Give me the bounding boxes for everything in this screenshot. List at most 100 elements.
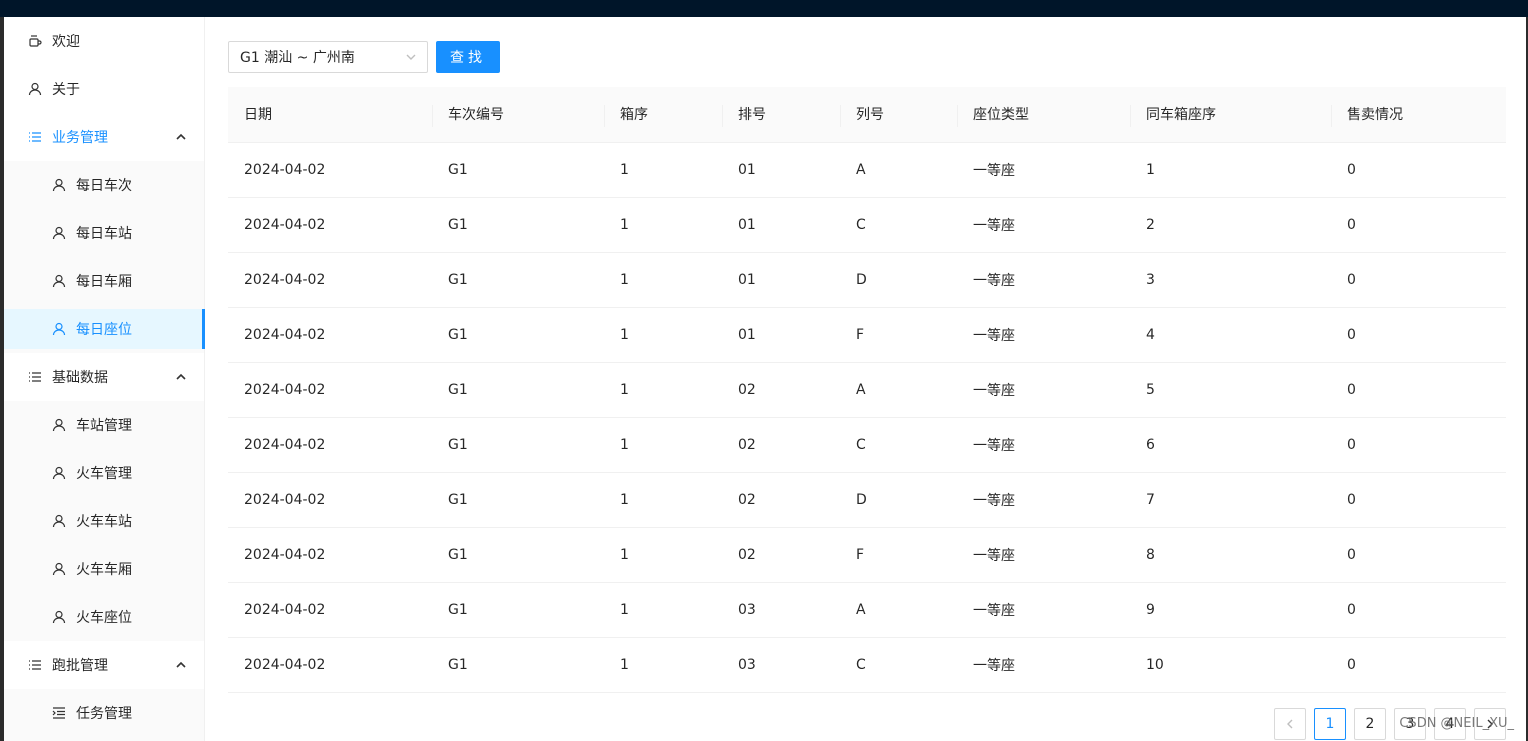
table-cell: 0: [1331, 417, 1506, 473]
coffee-icon: [28, 34, 42, 48]
user-icon: [52, 274, 66, 288]
chevron-up-icon: [176, 373, 186, 380]
table-cell: 0: [1331, 527, 1506, 583]
list-icon: [28, 370, 42, 384]
table-cell: G1: [432, 142, 604, 198]
user-icon: [52, 610, 66, 624]
page-number: 2: [1365, 716, 1375, 732]
table-cell: 1: [604, 527, 722, 583]
column-header: 同车箱座序: [1130, 87, 1331, 143]
table-cell: 2024-04-02: [228, 527, 432, 583]
table-cell: 一等座: [957, 527, 1130, 583]
menu-item-welcome[interactable]: 欢迎: [4, 21, 204, 61]
table-cell: F: [840, 307, 957, 363]
page-button-2[interactable]: 2: [1354, 708, 1386, 740]
menu-label: 关于: [52, 82, 80, 98]
table-cell: 9: [1130, 582, 1331, 638]
sidebar-menu: 欢迎 关于 业务管理 每日车次 每日车站 每日车厢 每日座位 基础数据 车站管理…: [4, 17, 205, 741]
table-row: 2024-04-02 G1 1 01 A 一等座 1 0: [228, 142, 1506, 198]
column-header: 售卖情况: [1331, 87, 1506, 143]
indent-list-icon: [52, 706, 66, 720]
menu-item-train-carriage[interactable]: 火车车厢: [4, 549, 204, 589]
page-button-1[interactable]: 1: [1314, 708, 1346, 740]
table-cell: 1: [604, 307, 722, 363]
table-cell: 一等座: [957, 197, 1130, 253]
submenu-title-batch[interactable]: 跑批管理: [4, 645, 204, 685]
menu-label: 任务管理: [76, 706, 132, 722]
table-row: 2024-04-02 G1 1 03 C 一等座 10 0: [228, 637, 1506, 693]
seat-table: 日期 车次编号 箱序 排号 列号 座位类型 同车箱座序 售卖情况 2024-04-02 G1 1 0…: [228, 87, 1506, 693]
menu-item-train-station[interactable]: 火车车站: [4, 501, 204, 541]
chevron-up-icon: [176, 133, 186, 140]
table-cell: F: [840, 527, 957, 583]
menu-label: 火车管理: [76, 466, 132, 482]
menu-item-daily-seat[interactable]: 每日座位: [4, 309, 205, 349]
menu-item-daily-station[interactable]: 每日车站: [4, 213, 204, 253]
table-row: 2024-04-02 G1 1 02 A 一等座 5 0: [228, 362, 1506, 418]
chevron-up-icon: [176, 661, 186, 668]
table-header-row: 日期 车次编号 箱序 排号 列号 座位类型 同车箱座序 售卖情况: [228, 87, 1506, 143]
table-cell: 8: [1130, 527, 1331, 583]
user-icon: [52, 226, 66, 240]
table-cell: 2024-04-02: [228, 307, 432, 363]
table-cell: 01: [722, 307, 840, 363]
chevron-down-icon: [406, 54, 416, 60]
table-cell: 2024-04-02: [228, 197, 432, 253]
table-cell: 4: [1130, 307, 1331, 363]
table-cell: 01: [722, 142, 840, 198]
menu-item-daily-carriage[interactable]: 每日车厢: [4, 261, 204, 301]
column-header: 座位类型: [957, 87, 1130, 143]
submenu-title-label: 跑批管理: [52, 658, 108, 674]
table-cell: 02: [722, 472, 840, 528]
menu-label: 火车车站: [76, 514, 132, 530]
search-button[interactable]: 查找: [436, 41, 500, 73]
table-cell: 一等座: [957, 307, 1130, 363]
table-cell: 01: [722, 197, 840, 253]
table-cell: G1: [432, 527, 604, 583]
menu-item-station-mgmt[interactable]: 车站管理: [4, 405, 204, 445]
table-cell: 1: [604, 417, 722, 473]
table-cell: G1: [432, 472, 604, 528]
table-cell: 1: [604, 582, 722, 638]
column-header: 排号: [722, 87, 840, 143]
menu-item-train-seat[interactable]: 火车座位: [4, 597, 204, 637]
table-cell: 0: [1331, 637, 1506, 693]
menu-label: 每日车站: [76, 226, 132, 242]
table-cell: 03: [722, 637, 840, 693]
table-cell: 0: [1331, 582, 1506, 638]
train-select-value: G1 潮汕 ~ 广州南: [240, 50, 355, 66]
prev-page-button[interactable]: [1274, 708, 1306, 740]
table-cell: D: [840, 472, 957, 528]
table-cell: G1: [432, 637, 604, 693]
column-header: 车次编号: [432, 87, 604, 143]
table-cell: G1: [432, 197, 604, 253]
table-cell: 7: [1130, 472, 1331, 528]
menu-item-train-mgmt[interactable]: 火车管理: [4, 453, 204, 493]
table-row: 2024-04-02 G1 1 01 F 一等座 4 0: [228, 307, 1506, 363]
train-select[interactable]: G1 潮汕 ~ 广州南: [228, 41, 428, 73]
table-cell: 一等座: [957, 252, 1130, 308]
user-icon: [52, 178, 66, 192]
menu-label: 欢迎: [52, 34, 80, 50]
submenu-title-base-data[interactable]: 基础数据: [4, 357, 204, 397]
menu-item-about[interactable]: 关于: [4, 69, 204, 109]
table-cell: 一等座: [957, 362, 1130, 418]
search-button-label: 查找: [450, 50, 486, 66]
table-row: 2024-04-02 G1 1 02 C 一等座 6 0: [228, 417, 1506, 473]
menu-label: 每日车次: [76, 178, 132, 194]
table-cell: 03: [722, 582, 840, 638]
user-icon: [28, 82, 42, 96]
table-cell: C: [840, 637, 957, 693]
user-icon: [52, 562, 66, 576]
menu-item-task-mgmt[interactable]: 任务管理: [4, 693, 204, 733]
table-cell: 01: [722, 252, 840, 308]
submenu-title-business[interactable]: 业务管理: [4, 117, 204, 157]
table-cell: 一等座: [957, 417, 1130, 473]
list-icon: [28, 658, 42, 672]
table-cell: 0: [1331, 307, 1506, 363]
list-icon: [28, 130, 42, 144]
table-cell: 1: [604, 472, 722, 528]
menu-item-daily-train[interactable]: 每日车次: [4, 165, 204, 205]
table-cell: 2024-04-02: [228, 252, 432, 308]
table-cell: 3: [1130, 252, 1331, 308]
